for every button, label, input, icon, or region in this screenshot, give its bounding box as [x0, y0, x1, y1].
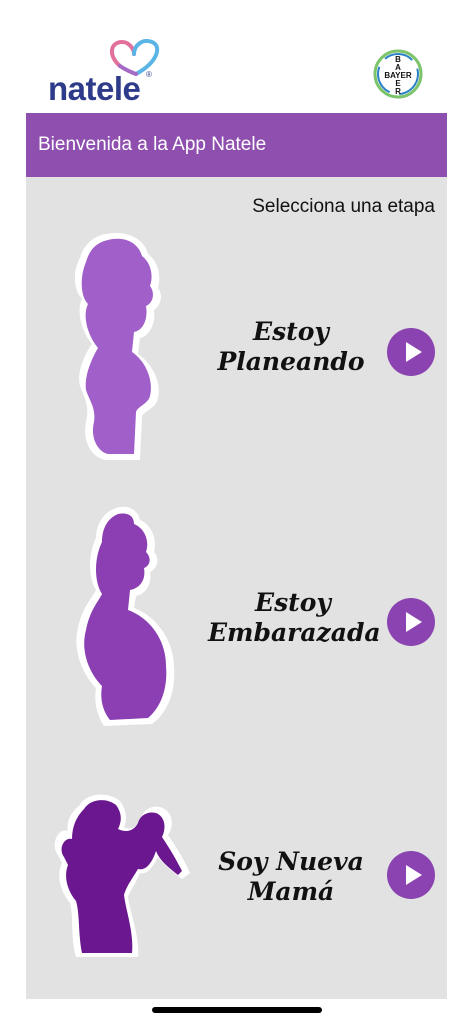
- pregnant-woman-silhouette-icon: [76, 506, 175, 726]
- logo-wordmark: natele: [48, 70, 141, 107]
- stage-label: Estoy Embarazada: [208, 588, 381, 648]
- stage-label-line1: Estoy: [253, 317, 329, 346]
- stage-label-line2: Planeando: [217, 347, 365, 376]
- stage-pregnant[interactable]: Estoy Embarazada: [26, 504, 447, 734]
- play-icon: [406, 612, 422, 632]
- app-header: natele ® B A BAYER E R: [0, 0, 473, 113]
- play-button[interactable]: [387, 328, 435, 376]
- mother-baby-silhouette-icon: [54, 794, 190, 957]
- select-stage-subtitle: Selecciona una etapa: [252, 196, 435, 217]
- stage-label-line2: Mamá: [247, 877, 335, 906]
- home-indicator[interactable]: [152, 1007, 322, 1013]
- stage-selection-panel: Selecciona una etapa Estoy Planeando Est…: [26, 177, 447, 999]
- woman-silhouette-icon: [74, 232, 161, 460]
- play-icon: [406, 342, 422, 362]
- stage-label: Soy Nueva Mamá: [216, 847, 366, 907]
- svg-text:R: R: [395, 87, 401, 96]
- stage-label: Estoy Planeando: [216, 317, 366, 377]
- natele-logo: natele ®: [48, 36, 160, 107]
- stage-planning[interactable]: Estoy Planeando: [26, 232, 447, 472]
- stage-label-line2: Embarazada: [208, 618, 381, 647]
- banner-title: Bienvenida a la App Natele: [38, 134, 267, 155]
- stage-new-mom[interactable]: Soy Nueva Mamá: [26, 787, 447, 967]
- play-button[interactable]: [387, 851, 435, 899]
- welcome-banner: Bienvenida a la App Natele: [26, 113, 447, 177]
- stage-label-line1: Soy Nueva: [218, 847, 364, 876]
- bayer-cross-logo-icon: B A BAYER E R: [373, 49, 423, 99]
- stage-label-line1: Estoy: [255, 588, 331, 617]
- play-button[interactable]: [387, 598, 435, 646]
- play-icon: [406, 865, 422, 885]
- registered-mark: ®: [146, 70, 152, 79]
